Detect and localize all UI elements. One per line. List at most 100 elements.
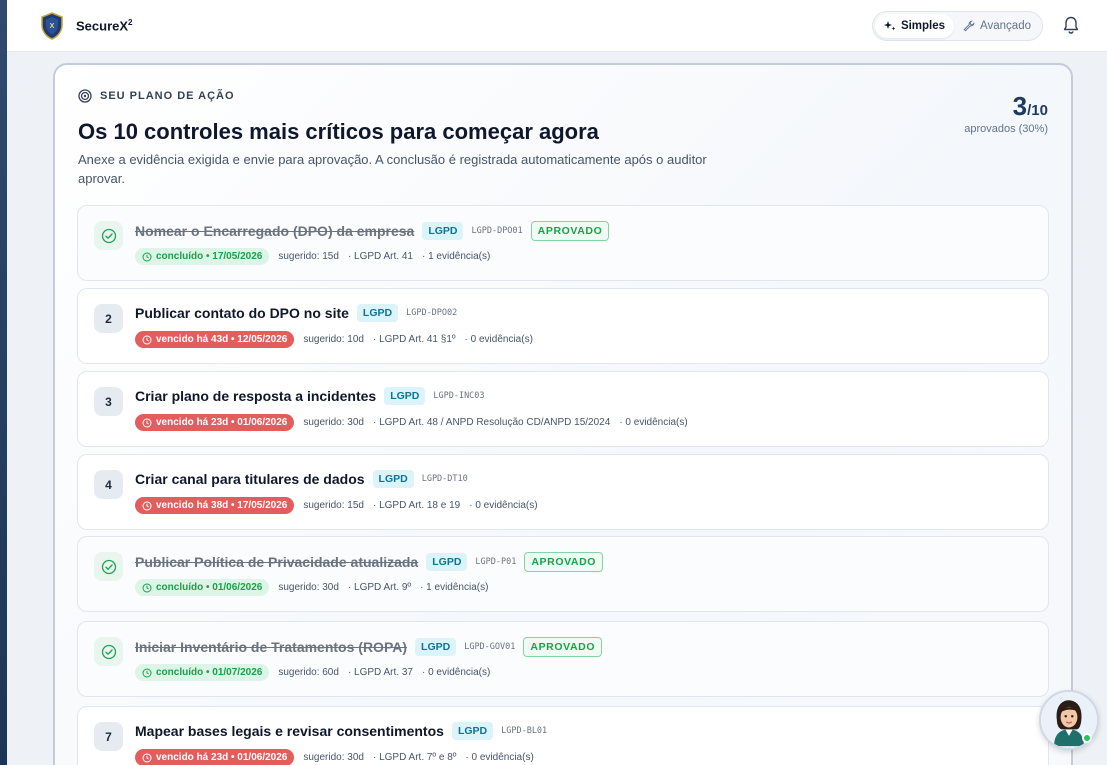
framework-tag: LGPD bbox=[372, 470, 414, 488]
evidence-count: · 1 evidência(s) bbox=[421, 251, 491, 262]
mode-toggle: Simples Avançado bbox=[871, 11, 1043, 41]
clock-icon bbox=[142, 252, 152, 261]
item-header: Criar canal para titulares de dados LGPD L… bbox=[135, 470, 468, 488]
approved-badge: APROVADO bbox=[523, 637, 603, 657]
item-meta: vencido há 43d • 12/05/2026 sugerido: 10d… bbox=[135, 331, 533, 348]
svg-text:X: X bbox=[50, 23, 55, 30]
control-title[interactable]: Iniciar Inventário de Tratamentos (ROPA) bbox=[135, 639, 407, 655]
shield-logo-icon: X bbox=[41, 11, 63, 40]
pill-label: vencido há 23d • 01/06/2026 bbox=[156, 752, 288, 763]
control-item[interactable]: 7 Mapear bases legais e revisar consentim… bbox=[77, 706, 1049, 765]
control-code: LGPD-P01 bbox=[475, 557, 517, 567]
control-item[interactable]: Iniciar Inventário de Tratamentos (ROPA)… bbox=[77, 621, 1049, 697]
clock-icon bbox=[142, 335, 152, 344]
mode-simple-button[interactable]: Simples bbox=[874, 14, 955, 38]
control-title[interactable]: Criar canal para titulares de dados bbox=[135, 471, 365, 487]
counter-total: /10 bbox=[1027, 102, 1048, 119]
control-code: LGPD-GOV01 bbox=[464, 642, 516, 652]
item-meta: vencido há 38d • 17/05/2026 sugerido: 15d… bbox=[135, 497, 538, 514]
clock-icon bbox=[142, 583, 152, 592]
suggested-days: sugerido: 15d bbox=[278, 251, 339, 262]
item-header: Criar plano de resposta a incidentes LGPD… bbox=[135, 387, 485, 405]
check-circle-icon bbox=[101, 228, 116, 243]
overdue-pill: vencido há 23d • 01/06/2026 bbox=[135, 414, 295, 431]
overdue-pill: vencido há 43d • 12/05/2026 bbox=[135, 331, 295, 348]
pill-label: concluído • 01/07/2026 bbox=[156, 667, 263, 678]
control-code: LGPD-DT10 bbox=[421, 474, 468, 484]
mode-advanced-label: Avançado bbox=[980, 20, 1031, 32]
legal-reference: · LGPD Art. 9º bbox=[347, 582, 412, 593]
control-item[interactable]: Nomear o Encarregado (DPO) da empresa LGP… bbox=[77, 205, 1049, 281]
evidence-count: · 0 evidência(s) bbox=[469, 500, 538, 511]
completed-pill: concluído • 01/07/2026 bbox=[135, 664, 270, 681]
framework-tag: LGPD bbox=[422, 222, 464, 240]
control-item[interactable]: 4 Criar canal para titulares de dados LGPD… bbox=[77, 454, 1049, 530]
check-circle-icon bbox=[101, 559, 116, 574]
item-meta: vencido há 23d • 01/06/2026 sugerido: 30d… bbox=[135, 749, 534, 765]
mode-simple-label: Simples bbox=[900, 20, 946, 32]
page-title: Os 10 controles mais críticos para começ… bbox=[78, 119, 599, 144]
wrench-icon bbox=[963, 20, 975, 32]
clock-icon bbox=[142, 418, 152, 427]
top-bar: X SecureX2 Simples Avançado bbox=[7, 0, 1107, 52]
completed-pill: concluído • 01/06/2026 bbox=[135, 579, 270, 596]
online-status-dot bbox=[1082, 733, 1092, 743]
framework-tag: LGPD bbox=[415, 638, 457, 656]
framework-tag: LGPD bbox=[384, 387, 426, 405]
item-meta: concluído • 01/06/2026 sugerido: 30d · LGP… bbox=[135, 579, 488, 596]
control-item[interactable]: 3 Criar plano de resposta a incidentes LGP… bbox=[77, 371, 1049, 447]
control-title[interactable]: Nomear o Encarregado (DPO) da empresa bbox=[135, 223, 414, 239]
item-header: Publicar contato do DPO no site LGPD LGPD-… bbox=[135, 304, 457, 322]
left-edge-strip bbox=[0, 0, 7, 765]
suggested-days: sugerido: 30d bbox=[303, 752, 364, 763]
control-item[interactable]: 2 Publicar contato do DPO no site LGPD LGPD… bbox=[77, 288, 1049, 364]
counter-value: 3 bbox=[1012, 91, 1028, 121]
pill-label: concluído • 01/06/2026 bbox=[156, 582, 263, 593]
suggested-days: sugerido: 30d bbox=[278, 582, 339, 593]
control-item[interactable]: Publicar Política de Privacidade atualiz… bbox=[77, 536, 1049, 612]
suggested-days: sugerido: 15d bbox=[303, 500, 364, 511]
control-title[interactable]: Publicar contato do DPO no site bbox=[135, 305, 349, 321]
sparkles-icon bbox=[883, 21, 896, 31]
bell-icon[interactable] bbox=[1061, 15, 1081, 35]
legal-reference: · LGPD Art. 48 / ANPD Resolução CD/ANPD … bbox=[372, 417, 611, 428]
item-meta: concluído • 01/07/2026 sugerido: 60d · LGP… bbox=[135, 664, 490, 681]
legal-reference: · LGPD Art. 41 bbox=[347, 251, 413, 262]
approved-badge: APROVADO bbox=[524, 552, 604, 572]
control-code: LGPD-BL01 bbox=[501, 726, 548, 736]
legal-reference: · LGPD Art. 41 §1º bbox=[372, 334, 456, 345]
action-plan-panel: SEU PLANO DE AÇÃO Os 10 controles mais c… bbox=[53, 63, 1073, 765]
overdue-pill: vencido há 38d • 17/05/2026 bbox=[135, 497, 295, 514]
pill-label: concluído • 17/05/2026 bbox=[156, 251, 263, 262]
item-meta: vencido há 23d • 01/06/2026 sugerido: 30d… bbox=[135, 414, 688, 431]
item-header: Mapear bases legais e revisar consentime… bbox=[135, 722, 547, 740]
status-check-badge bbox=[94, 552, 123, 581]
evidence-count: · 0 evidência(s) bbox=[421, 667, 491, 678]
framework-tag: LGPD bbox=[356, 304, 399, 322]
brand[interactable]: X SecureX2 bbox=[40, 11, 133, 40]
suggested-days: sugerido: 10d bbox=[303, 334, 364, 345]
clock-icon bbox=[142, 753, 152, 762]
page-description: Anexe a evidência exigida e envie para a… bbox=[78, 152, 707, 186]
pill-label: vencido há 38d • 17/05/2026 bbox=[156, 500, 288, 511]
control-title[interactable]: Criar plano de resposta a incidentes bbox=[135, 388, 376, 404]
item-number-badge: 2 bbox=[94, 304, 123, 333]
control-title[interactable]: Mapear bases legais e revisar consentime… bbox=[135, 723, 444, 739]
suggested-days: sugerido: 60d bbox=[278, 667, 339, 678]
mode-advanced-button[interactable]: Avançado bbox=[954, 14, 1040, 38]
approved-badge: APROVADO bbox=[530, 221, 610, 241]
evidence-count: · 0 evidência(s) bbox=[464, 334, 533, 345]
status-check-badge bbox=[94, 637, 123, 666]
control-code: LGPD-INC03 bbox=[433, 391, 485, 401]
item-number-badge: 3 bbox=[94, 387, 123, 416]
item-meta: concluído • 17/05/2026 sugerido: 15d · LGP… bbox=[135, 248, 490, 265]
control-title[interactable]: Publicar Política de Privacidade atualiz… bbox=[135, 554, 418, 570]
suggested-days: sugerido: 30d bbox=[303, 417, 364, 428]
evidence-count: · 0 evidência(s) bbox=[619, 417, 688, 428]
legal-reference: · LGPD Art. 18 e 19 bbox=[372, 500, 461, 511]
framework-tag: LGPD bbox=[426, 553, 468, 571]
app-name: SecureX2 bbox=[76, 17, 133, 34]
framework-tag: LGPD bbox=[451, 722, 494, 740]
clock-icon bbox=[142, 501, 152, 510]
control-code: LGPD-DPO01 bbox=[471, 226, 523, 236]
